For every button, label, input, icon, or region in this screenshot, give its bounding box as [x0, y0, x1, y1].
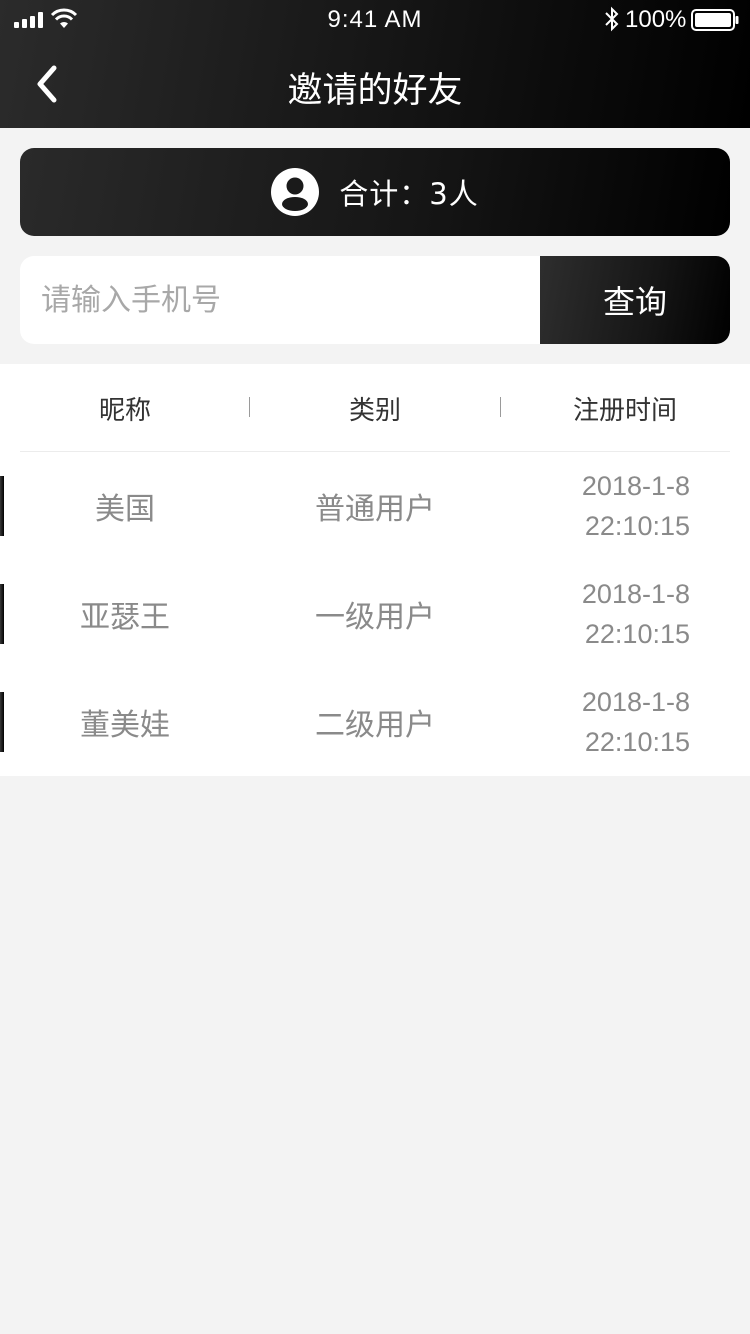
register-date: 2018-1-8: [581, 471, 690, 501]
table-row[interactable]: 董美娃 二级用户 2018-1-8 22:10:15: [0, 668, 750, 776]
register-time-cell: 2018-1-8 22:10:15: [500, 560, 750, 668]
table-header: 昵称 类别 注册时间: [0, 364, 750, 452]
app-header: 9:41 AM 100% 邀请的好友: [0, 0, 750, 128]
register-time-cell: 2018-1-8 22:10:15: [500, 668, 750, 776]
search-button[interactable]: 查询: [540, 256, 730, 344]
table-row[interactable]: 美国 普通用户 2018-1-8 22:10:15: [0, 452, 750, 560]
battery-icon: [691, 9, 739, 31]
page-title: 邀请的好友: [287, 71, 463, 111]
column-header-nickname: 昵称: [98, 395, 151, 426]
column-header-register-time: 注册时间: [572, 395, 677, 426]
category-cell: 普通用户: [315, 492, 435, 527]
category-cell: 一级用户: [315, 600, 435, 635]
total-summary-card: 合计：3人: [20, 148, 730, 236]
register-clock: 22:10:15: [584, 619, 690, 649]
nickname-cell: 董美娃: [80, 708, 170, 743]
friends-table: 昵称 类别 注册时间 美国 普通用户 2018-1-8 22:10:15 亚瑟王…: [0, 364, 750, 776]
nickname-cell: 亚瑟王: [80, 600, 170, 635]
nickname-cell: 美国: [95, 492, 155, 527]
register-clock: 22:10:15: [584, 727, 690, 757]
category-cell: 二级用户: [315, 708, 435, 743]
column-header-category: 类别: [348, 395, 401, 426]
table-row[interactable]: 亚瑟王 一级用户 2018-1-8 22:10:15: [0, 560, 750, 668]
total-count-text: 合计：3人: [339, 177, 479, 211]
search-bar: 查询: [20, 256, 730, 344]
register-date: 2018-1-8: [581, 687, 690, 717]
battery-percentage: 100%: [625, 6, 687, 33]
user-circle-icon: [271, 168, 320, 216]
bluetooth-icon: [605, 6, 619, 32]
register-clock: 22:10:15: [584, 511, 690, 541]
phone-search-input[interactable]: [20, 256, 540, 344]
register-time-cell: 2018-1-8 22:10:15: [500, 452, 750, 560]
register-date: 2018-1-8: [581, 579, 690, 609]
status-bar: 9:41 AM 100%: [0, 0, 750, 40]
